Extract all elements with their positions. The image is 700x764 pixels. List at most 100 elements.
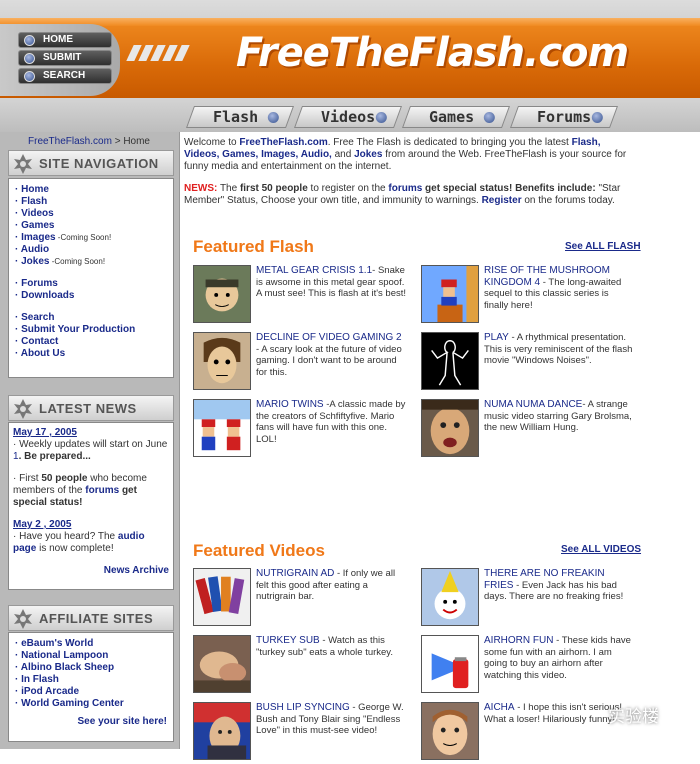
featured-flash-description: PLAY - A rhythmical presentation. This i… — [484, 332, 633, 366]
featured-flash-thumbnail[interactable] — [421, 265, 479, 323]
featured-video-title-link[interactable]: TURKEY SUB — [256, 635, 320, 646]
latest-news-header: LATEST NEWS — [8, 395, 174, 421]
tab-videos[interactable]: Videos — [293, 106, 403, 128]
featured-video-title-link[interactable]: AIRHORN FUN — [484, 635, 553, 646]
featured-video-item[interactable]: AIRHORN FUN - These kids have some fun w… — [421, 635, 639, 697]
nav-link-submit-your-production[interactable]: · Submit Your Production — [15, 324, 173, 336]
featured-video-description: TURKEY SUB - Watch as this "turkey sub" … — [256, 635, 393, 658]
blue-orb-icon — [483, 112, 495, 123]
featured-video-item[interactable]: BUSH LIP SYNCING - George W. Bush and To… — [193, 702, 411, 764]
affiliate-link-national-lampoon[interactable]: · National Lampoon — [15, 650, 173, 662]
search-button[interactable]: SEARCH — [18, 68, 112, 84]
featured-video-description: NUTRIGRAIN AD - If only we all felt this… — [256, 568, 396, 602]
flame-emblem-icon — [14, 609, 32, 629]
nav-link-forums[interactable]: · Forums — [15, 278, 173, 290]
featured-video-thumbnail[interactable] — [421, 635, 479, 693]
welcome-text: Welcome to FreeTheFlash.com. Free The Fl… — [184, 137, 627, 172]
site-navigation-header: SITE NAVIGATION — [8, 150, 174, 176]
featured-flash-item[interactable]: DECLINE OF VIDEO GAMING 2 - A scary look… — [193, 332, 411, 394]
featured-video-thumbnail[interactable] — [193, 702, 251, 760]
breadcrumb: FreeTheFlash.com > Home — [28, 136, 150, 147]
featured-flash-description: NUMA NUMA DANCE- A strange music video s… — [484, 399, 632, 433]
site-header: HOME SUBMIT SEARCH FreeTheFlash.com Flas… — [0, 0, 700, 132]
see-your-site-link[interactable]: See your site here! — [78, 716, 167, 727]
nav-link-audio[interactable]: · Audio — [15, 244, 173, 256]
nav-link-games[interactable]: · Games — [15, 220, 173, 232]
featured-video-item[interactable]: TURKEY SUB - Watch as this "turkey sub" … — [193, 635, 411, 697]
sidebar: FreeTheFlash.com > Home SITE NAVIGATION … — [0, 132, 180, 749]
blue-orb-icon — [267, 112, 279, 123]
flame-emblem-icon — [14, 399, 32, 419]
blue-orb-icon — [24, 35, 35, 46]
featured-video-item[interactable]: THERE ARE NO FREAKIN FRIES - Even Jack h… — [421, 568, 639, 630]
featured-video-title-link[interactable]: BUSH LIP SYNCING — [256, 702, 350, 713]
see-all-flash-link[interactable]: See ALL FLASH — [565, 241, 641, 252]
featured-video-thumbnail[interactable] — [421, 702, 479, 760]
watermark: 实验楼 — [608, 707, 659, 727]
register-link[interactable]: Register — [482, 195, 522, 206]
featured-video-thumbnail[interactable] — [193, 635, 251, 693]
featured-flash-item[interactable]: MARIO TWINS -A classic made by the creat… — [193, 399, 411, 461]
featured-flash-description: METAL GEAR CRISIS 1.1- Snake is awsome i… — [256, 265, 407, 299]
nav-link-images[interactable]: · Images -Coming Soon! — [15, 232, 173, 244]
featured-flash-title-link[interactable]: MARIO TWINS — [256, 399, 324, 410]
affiliate-list: · eBaum's World · National Lampoon · Albin… — [9, 633, 173, 710]
news-item: · First 50 people who become members of … — [13, 473, 147, 508]
forums-link[interactable]: forums — [388, 183, 422, 194]
featured-flash-title-link[interactable]: PLAY — [484, 332, 509, 343]
news-announcement: NEWS: The first 50 people to register on… — [184, 183, 621, 206]
see-all-videos-link[interactable]: See ALL VIDEOS — [561, 544, 641, 555]
nav-link-jokes[interactable]: · Jokes -Coming Soon! — [15, 256, 173, 268]
tab-forums[interactable]: Forums — [509, 106, 619, 128]
nav-link-search[interactable]: · Search — [15, 312, 173, 324]
nav-link-contact[interactable]: · Contact — [15, 336, 173, 348]
featured-flash-item[interactable]: RISE OF THE MUSHROOM KINGDOM 4 - The lon… — [421, 265, 639, 327]
featured-flash-description: MARIO TWINS -A classic made by the creat… — [256, 399, 406, 445]
featured-flash-thumbnail[interactable] — [421, 399, 479, 457]
news-archive-link[interactable]: News Archive — [104, 565, 169, 576]
featured-flash-description: DECLINE OF VIDEO GAMING 2 - A scary look… — [256, 332, 402, 378]
nav-group-community: · Forums · Downloads — [9, 278, 173, 302]
affiliate-sites-header: AFFILIATE SITES — [8, 605, 174, 631]
home-button[interactable]: HOME — [18, 32, 112, 48]
featured-flash-thumbnail[interactable] — [193, 399, 251, 457]
featured-flash-title-link[interactable]: METAL GEAR CRISIS 1.1 — [256, 265, 372, 276]
tab-games[interactable]: Games — [401, 106, 511, 128]
featured-video-item[interactable]: AICHA - I hope this isn't serious! What … — [421, 702, 639, 764]
breadcrumb-home-link[interactable]: FreeTheFlash.com — [28, 136, 112, 147]
featured-video-title-link[interactable]: NUTRIGRAIN AD — [256, 568, 334, 579]
featured-flash-thumbnail[interactable] — [421, 332, 479, 390]
submit-button[interactable]: SUBMIT — [18, 50, 112, 66]
featured-flash-item[interactable]: NUMA NUMA DANCE- A strange music video s… — [421, 399, 639, 461]
affiliate-link-in-flash[interactable]: · In Flash — [15, 674, 173, 686]
featured-video-thumbnail[interactable] — [193, 568, 251, 626]
nav-link-videos[interactable]: · Videos — [15, 208, 173, 220]
site-logo[interactable]: FreeTheFlash.com — [236, 30, 629, 76]
featured-flash-title-link[interactable]: NUMA NUMA DANCE — [484, 399, 582, 410]
main-content: Welcome to FreeTheFlash.com. Free The Fl… — [184, 137, 700, 760]
affiliate-link-world-gaming-center[interactable]: · World Gaming Center — [15, 698, 173, 710]
nav-group-info: · Search · Submit Your Production · Contac… — [9, 312, 173, 360]
featured-flash-title-link[interactable]: DECLINE OF VIDEO GAMING 2 — [256, 332, 402, 343]
affiliate-link-ipod-arcade[interactable]: · iPod Arcade — [15, 686, 173, 698]
featured-flash-item[interactable]: METAL GEAR CRISIS 1.1- Snake is awsome i… — [193, 265, 411, 327]
nav-link-home[interactable]: · Home — [15, 184, 173, 196]
featured-video-item[interactable]: NUTRIGRAIN AD - If only we all felt this… — [193, 568, 411, 630]
nav-link-flash[interactable]: · Flash — [15, 196, 173, 208]
featured-flash-thumbnail[interactable] — [193, 332, 251, 390]
nav-link-about-us[interactable]: · About Us — [15, 348, 173, 360]
tab-flash[interactable]: Flash — [185, 106, 295, 128]
affiliate-link-albino-black-sheep[interactable]: · Albino Black Sheep — [15, 662, 173, 674]
news-date: May 2 , 2005 — [13, 519, 72, 530]
news-item: · Weekly updates will start on June 1. B… — [13, 439, 168, 462]
featured-video-title-link[interactable]: AICHA — [484, 702, 515, 713]
featured-flash-thumbnail[interactable] — [193, 265, 251, 323]
blue-orb-icon — [24, 53, 35, 64]
latest-news-box: May 17 , 2005 · Weekly updates will star… — [8, 422, 174, 590]
featured-flash-item[interactable]: PLAY - A rhythmical presentation. This i… — [421, 332, 639, 394]
featured-video-thumbnail[interactable] — [421, 568, 479, 626]
affiliate-sites-box: · eBaum's World · National Lampoon · Albin… — [8, 632, 174, 742]
affiliate-link-ebaum-s-world[interactable]: · eBaum's World — [15, 638, 173, 650]
nav-link-downloads[interactable]: · Downloads — [15, 290, 173, 302]
featured-flash-description: RISE OF THE MUSHROOM KINGDOM 4 - The lon… — [484, 265, 622, 311]
